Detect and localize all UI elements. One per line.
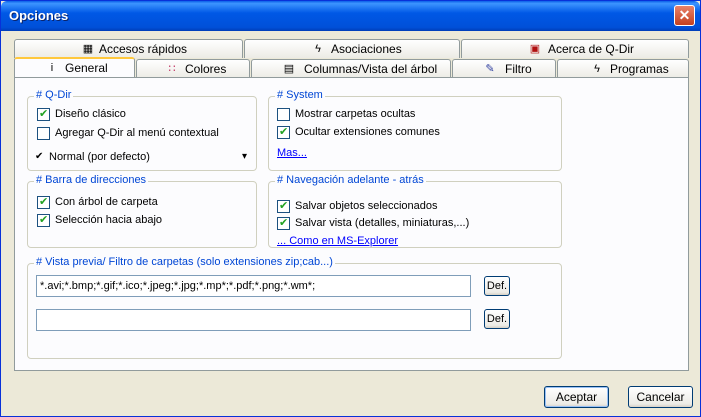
general-tab-panel: # Q-Dir Diseño clásico Agregar Q-Dir al … [14,77,689,371]
ms-explorer-link[interactable]: ... Como en MS-Explorer [277,235,398,247]
mode-value: Normal (por defecto) [49,151,150,163]
tab-label: Filtro [505,62,532,76]
tab-columnas[interactable]: ▤ Columnas/Vista del árbol [251,59,451,78]
filter-icon: ✎ [485,63,495,75]
checkbox-label: Diseño clásico [55,108,126,120]
tab-asociaciones[interactable]: ϟ Asociaciones [244,39,460,58]
checkbox-label: Mostrar carpetas ocultas [295,108,416,120]
programs-icon: ϟ [594,63,600,75]
checkbox[interactable] [277,216,290,230]
tab-label: Acerca de Q-Dir [548,42,635,56]
tab-programas[interactable]: ϟ Programas [557,59,689,78]
tab-acerca-de[interactable]: ▣ Acerca de Q-Dir [461,39,689,58]
group-legend: # Vista previa/ Filtro de carpetas (solo… [34,256,335,268]
checkbox-label: Ocultar extensiones comunes [295,126,440,138]
checkbox[interactable] [37,107,50,121]
close-button[interactable]: ✕ [674,5,695,26]
checkbox[interactable] [37,195,50,209]
checkbox[interactable] [37,213,50,227]
checkbox[interactable] [277,108,290,121]
tab-accesos-rapidos[interactable]: ▦ Accesos rápidos [14,39,243,58]
title-bar[interactable]: Opciones ✕ [1,1,700,31]
tab-filtro[interactable]: ✎ Filtro [452,59,556,78]
tab-label: Asociaciones [331,42,402,56]
checkbox-label: Selección hacia abajo [55,214,163,226]
def-button-1[interactable]: Def. [484,276,510,296]
checkbox-label: Con árbol de carpeta [55,196,158,208]
check-mark-icon: ✔ [35,151,44,162]
close-icon: ✕ [678,7,691,23]
group-system: # System Mostrar carpetas ocultas Oculta… [268,89,562,171]
about-icon: ▣ [529,43,541,55]
group-legend: # Barra de direcciones [34,174,149,186]
more-link[interactable]: Mas... [277,147,307,159]
group-navegacion: # Navegación adelante - atrás Salvar obj… [268,174,562,248]
cancel-button[interactable]: Cancelar [628,386,693,408]
tab-colores[interactable]: ∷ Colores [136,59,250,78]
chevron-down-icon: ▾ [241,151,247,162]
checkbox-label: Salvar objetos seleccionados [295,200,438,212]
def-button-2[interactable]: Def. [484,309,510,329]
tab-label: General [65,61,108,75]
checkbox[interactable] [277,125,290,139]
checkbox-label: Salvar vista (detalles, miniaturas,...) [295,217,470,229]
filter-input-2[interactable] [36,309,471,331]
group-barra-direcciones: # Barra de direcciones Con árbol de carp… [27,174,257,248]
tab-label: Colores [185,62,227,76]
group-legend: # Q-Dir [34,89,74,101]
info-icon: i [50,62,54,74]
group-vista-previa: # Vista previa/ Filtro de carpetas (solo… [27,256,562,359]
window-title: Opciones [9,8,69,23]
checkbox[interactable] [37,127,50,140]
tab-label: Columnas/Vista del árbol [304,62,438,76]
mode-dropdown[interactable]: ✔ Normal (por defecto) ▾ [35,151,247,165]
lightning-icon: ϟ [315,43,321,55]
tab-label: Accesos rápidos [99,42,188,56]
checkbox[interactable] [277,199,290,213]
options-dialog: Opciones ✕ ▦ Accesos rápidos ϟ Asociacio… [0,0,701,417]
tab-label: Programas [610,62,669,76]
accept-button[interactable]: Aceptar [544,386,609,408]
colors-icon: ∷ [168,63,176,75]
checkbox-label: Agregar Q-Dir al menú contextual [55,127,219,139]
group-qdir: # Q-Dir Diseño clásico Agregar Q-Dir al … [27,89,257,171]
tab-general[interactable]: i General [14,57,135,78]
filter-input-1[interactable]: *.avi;*.bmp;*.gif;*.ico;*.jpeg;*.jpg;*.m… [36,275,471,297]
columns-icon: ▤ [283,63,295,75]
group-legend: # Navegación adelante - atrás [275,174,426,186]
group-legend: # System [275,89,325,101]
shortcut-icon: ▦ [82,43,94,55]
